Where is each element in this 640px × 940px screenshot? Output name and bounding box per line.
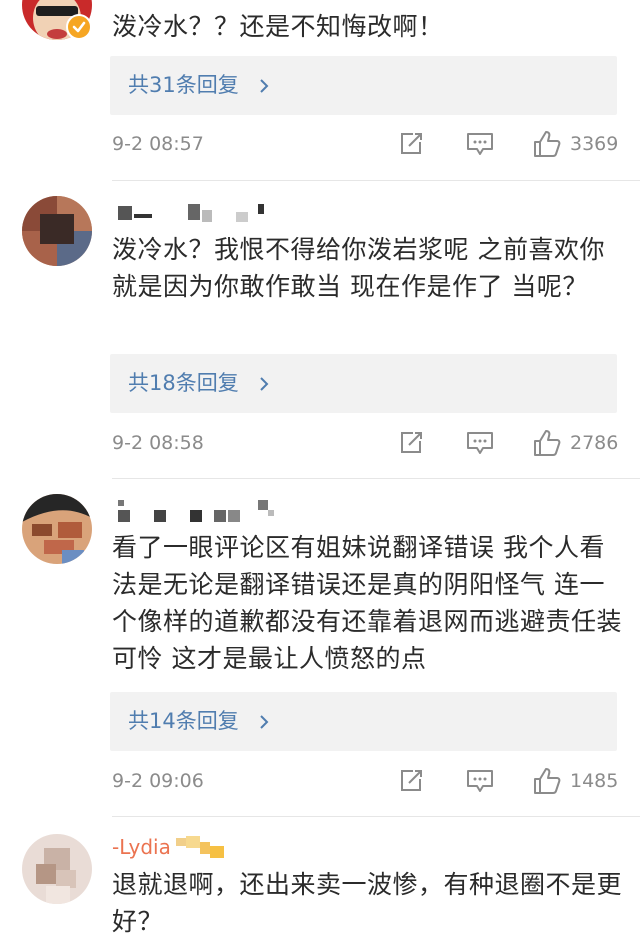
like-count: 1485 [570, 770, 619, 792]
comment-text: 退就退啊，还出来卖一波惨，有种退圈不是更好？ [112, 870, 623, 936]
comment-meta: 9-2 09:06 1485 [0, 766, 640, 796]
comment-icon[interactable] [466, 131, 494, 157]
repost-icon[interactable] [398, 131, 424, 157]
timestamp: 9-2 08:58 [112, 432, 204, 454]
thumbs-up-icon[interactable] [532, 428, 562, 458]
replies-button[interactable]: 共18条回复 [110, 354, 617, 413]
comment-feed: 泼冷水？？还是不知悔改啊！ 共31条回复 9-2 08:57 3369 泼冷水？… [0, 0, 640, 940]
comment-text: 看了一眼评论区有姐妹说翻译错误 我个人看法是无论是翻译错误还是真的阴阳怪气 连一… [112, 533, 623, 673]
comment-meta: 9-2 08:58 2786 [0, 428, 640, 458]
thumbs-up-icon[interactable] [532, 129, 562, 159]
username-pixelated [118, 204, 278, 222]
comment-icon[interactable] [466, 430, 494, 456]
divider [112, 816, 640, 817]
replies-count: 共18条回复 [128, 371, 239, 395]
chevron-right-icon [260, 377, 269, 391]
timestamp: 9-2 09:06 [112, 770, 204, 792]
username[interactable]: -Lydia [112, 834, 171, 860]
avatar[interactable] [22, 494, 92, 564]
chevron-right-icon [260, 79, 269, 93]
avatar[interactable] [22, 196, 92, 266]
comment-text: 泼冷水？？还是不知悔改啊！ [112, 12, 444, 41]
verified-badge-icon [66, 14, 92, 40]
divider [112, 180, 640, 181]
replies-count: 共31条回复 [128, 73, 239, 97]
like-count: 2786 [570, 432, 619, 454]
replies-button[interactable]: 共14条回复 [110, 692, 617, 751]
username-pixelated [176, 836, 228, 860]
divider [112, 478, 640, 479]
chevron-right-icon [260, 715, 269, 729]
username-pixelated [118, 500, 278, 522]
comment-icon[interactable] [466, 768, 494, 794]
repost-icon[interactable] [398, 768, 424, 794]
repost-icon[interactable] [398, 430, 424, 456]
replies-button[interactable]: 共31条回复 [110, 56, 617, 115]
replies-count: 共14条回复 [128, 709, 239, 733]
like-count: 3369 [570, 133, 619, 155]
comment-meta: 9-2 08:57 3369 [0, 129, 640, 159]
avatar[interactable] [22, 834, 92, 904]
thumbs-up-icon[interactable] [532, 766, 562, 796]
comment-text: 泼冷水？我恨不得给你泼岩浆呢 之前喜欢你就是因为你敢作敢当 现在作是作了 当呢？ [112, 235, 605, 301]
timestamp: 9-2 08:57 [112, 133, 204, 155]
